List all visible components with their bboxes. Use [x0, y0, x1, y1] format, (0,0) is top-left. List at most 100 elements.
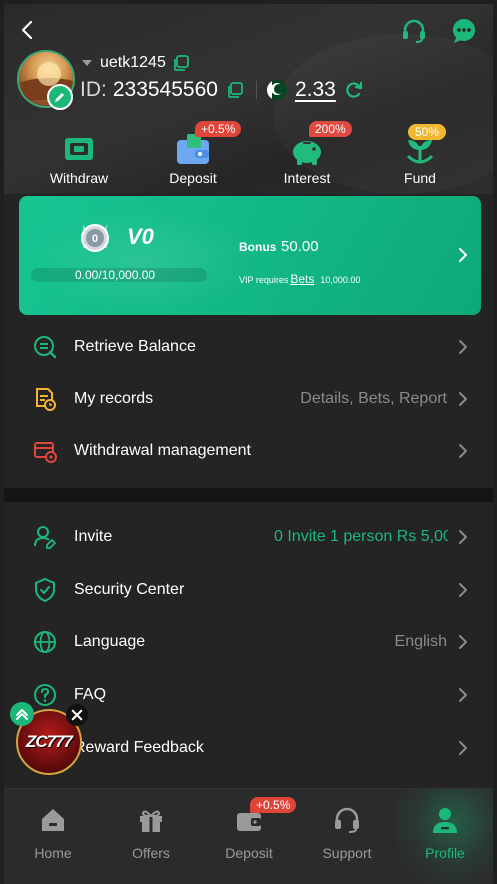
chevron-right-icon [459, 248, 467, 262]
menu-label: Language [74, 633, 146, 650]
id-balance-row: ID: 233545560 2.33 [80, 78, 364, 102]
vip-requirement: VIP requires Bets 10,000.00 [239, 272, 360, 286]
nav-label: Profile [425, 845, 465, 861]
section-divider [4, 488, 493, 502]
menu-withdrawal-management[interactable]: Withdrawal management [4, 425, 493, 477]
headset-icon [335, 807, 359, 833]
deposit-button[interactable]: +0.5% Deposit [148, 121, 242, 186]
shield-icon [35, 577, 55, 603]
profile-icon [433, 808, 457, 833]
nav-support[interactable]: Support [298, 789, 396, 884]
withdraw-label: Withdraw [49, 170, 109, 186]
chevron-right-icon [459, 583, 467, 597]
interest-icon-wrap: 200% [287, 121, 352, 168]
menu-label: Withdrawal management [74, 442, 251, 459]
bottom-navigation: Home Offers +0.5% Deposit Support Profil… [4, 788, 493, 884]
interest-badge: 200% [309, 121, 352, 137]
fund-label: Fund [404, 170, 436, 186]
menu-label: Retrieve Balance [74, 338, 196, 355]
piggy-bank-icon [293, 141, 321, 165]
fund-button[interactable]: 50% Fund [375, 124, 465, 186]
vip-bonus-label: Bonus [239, 240, 277, 254]
menu-extra-text: Details, Bets, Report [300, 390, 447, 407]
chat-button[interactable] [450, 17, 478, 45]
deposit-bonus-badge: +0.5% [195, 121, 242, 137]
withdraw-icon-wrap [59, 132, 99, 168]
chevron-right-icon [459, 340, 467, 354]
menu-language[interactable]: Language English [4, 616, 493, 668]
deposit-wallet-icon [177, 134, 209, 164]
interest-button[interactable]: 200% Interest [262, 121, 352, 186]
home-icon [42, 809, 64, 831]
avatar-container[interactable] [17, 50, 75, 110]
menu-label: Security Center [74, 581, 185, 598]
caret-down-icon[interactable] [82, 60, 92, 66]
nav-label: Offers [132, 845, 170, 861]
vip-bonus-value: 50.00 [281, 238, 319, 255]
pakistan-flag-icon [266, 80, 287, 100]
nav-label: Support [322, 845, 372, 861]
fund-badge: 50% [408, 124, 447, 140]
nav-home[interactable]: Home [4, 789, 102, 884]
chevron-right-icon [459, 741, 467, 755]
profile-screen: uetk1245 ID: 233545560 2.33 Withdraw +0.… [4, 4, 493, 884]
nav-label: Home [34, 845, 72, 861]
deposit-icon-wrap: +0.5% [173, 121, 242, 168]
nav-offers[interactable]: Offers [102, 789, 200, 884]
copy-id-icon[interactable] [226, 81, 244, 99]
menu-label: Invite [74, 528, 113, 545]
refresh-icon[interactable] [344, 80, 364, 100]
username: uetk1245 [100, 54, 166, 71]
scroll-top-button[interactable] [10, 702, 34, 726]
back-button[interactable] [16, 18, 40, 42]
nav-profile[interactable]: Profile [396, 789, 493, 884]
gift-icon [140, 810, 162, 832]
chat-icon [453, 19, 475, 43]
menu-invite[interactable]: Invite 0 Invite 1 person Rs 5,00 [4, 511, 493, 563]
headset-icon [403, 19, 425, 43]
vip-card[interactable]: 0 V0 0.00/10,000.00 Bonus 50.00 VIP requ… [19, 196, 481, 315]
divider [255, 81, 257, 99]
fund-icon-wrap: 50% [400, 124, 447, 168]
wallet-balance[interactable]: 2.33 [295, 78, 336, 102]
vip-progress-text: 0.00/10,000.00 [75, 268, 156, 282]
withdrawal-management-icon [34, 442, 57, 463]
double-chevron-up-icon [16, 709, 28, 720]
nav-deposit[interactable]: +0.5% Deposit [200, 789, 298, 884]
current-language: English [394, 633, 447, 650]
edit-avatar-button[interactable] [47, 84, 73, 110]
withdraw-icon [65, 138, 93, 160]
menu-label: My records [74, 390, 154, 407]
copy-icon[interactable] [172, 54, 190, 72]
vip-medal-icon: 0 [81, 224, 109, 252]
vip-level: V0 [127, 224, 154, 249]
records-icon [36, 388, 56, 411]
profile-header: uetk1245 ID: 233545560 2.33 Withdraw +0.… [4, 4, 493, 194]
menu-label: FAQ [74, 686, 107, 703]
chevron-right-icon [459, 530, 467, 544]
chevron-right-icon [459, 392, 467, 406]
user-id: 233545560 [112, 78, 218, 101]
chevron-right-icon [459, 444, 467, 458]
vip-medal-level: 0 [92, 233, 98, 245]
chevron-right-icon [459, 635, 467, 649]
chevron-left-icon [21, 20, 33, 40]
close-ad-button[interactable] [66, 704, 88, 726]
menu-my-records[interactable]: My records Details, Bets, Report [4, 373, 493, 425]
nav-label: Deposit [225, 845, 273, 861]
withdraw-button[interactable]: Withdraw [34, 132, 124, 186]
invite-reward-text: 0 Invite 1 person Rs 5,00 [274, 528, 448, 545]
deposit-label: Deposit [169, 170, 217, 186]
close-icon [71, 709, 83, 721]
globe-icon [34, 631, 56, 653]
floating-ad-logo: ZC777 [25, 732, 73, 751]
menu-label: Reward Feedback [74, 739, 204, 756]
vip-bets-link[interactable]: Bets [290, 272, 314, 286]
customer-service-button[interactable] [400, 17, 428, 45]
fund-plant-icon [406, 140, 434, 164]
menu-security-center[interactable]: Security Center [4, 564, 493, 616]
menu-retrieve-balance[interactable]: Retrieve Balance [4, 321, 493, 373]
vip-requires-text: VIP requires [239, 275, 289, 285]
id-label: ID: [80, 78, 107, 101]
username-row: uetk1245 [82, 54, 190, 72]
